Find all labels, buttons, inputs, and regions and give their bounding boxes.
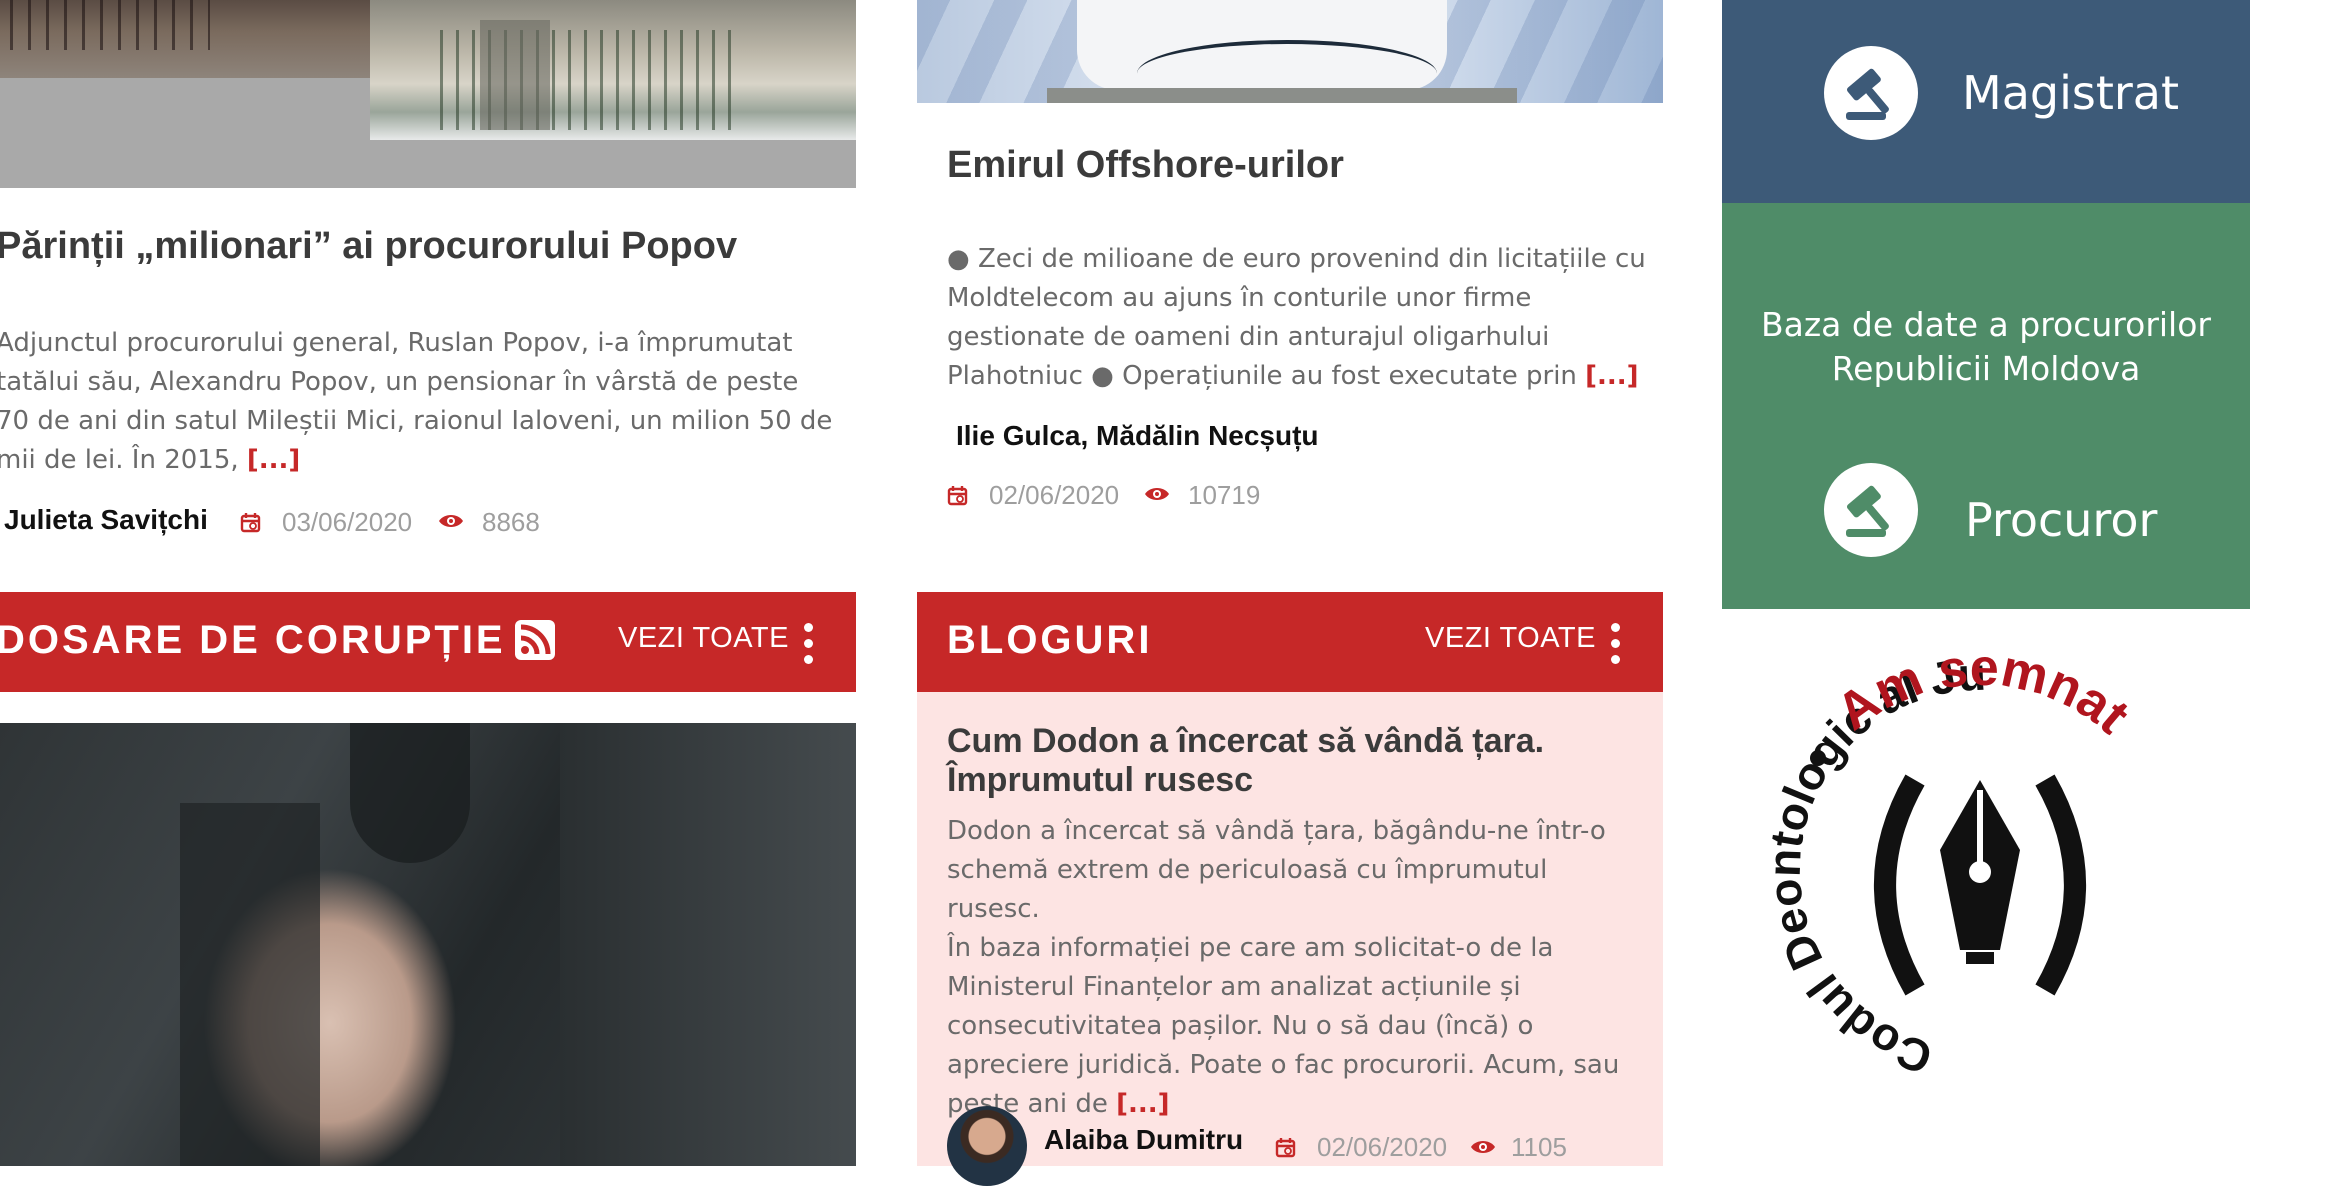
article-date: 03/06/2020 [282, 507, 413, 537]
title-line: Împrumutul rusesc [947, 761, 1254, 799]
article-excerpt-popov: Adjunctul procurorului general, Ruslan P… [0, 324, 836, 480]
excerpt-line: 70 de ani din satul Mileștii Mici, raion… [0, 406, 833, 436]
procuror-label: Procuror [1965, 493, 2158, 547]
article-views: 10719 [1188, 480, 1261, 510]
calendar-icon [1275, 1137, 1297, 1164]
excerpt-line: Ministerul Finanțelor am analizat acțiun… [947, 972, 1521, 1002]
magistrat-label: Magistrat [1962, 66, 2179, 120]
excerpt-line: gestionate de oameni din anturajul oliga… [947, 322, 1550, 352]
article-image-popov[interactable] [0, 0, 856, 188]
see-all-link[interactable]: VEZI TOATE [1425, 622, 1596, 655]
procurori-db-title: Baza de date a procurorilor Republicii M… [1722, 303, 2250, 391]
section-bar-blogs: BLOGURI VEZI TOATE [917, 592, 1663, 692]
article-meta-offshore: 02/06/2020 10719 [947, 480, 1287, 516]
excerpt-line: peste ani de [...] [947, 1085, 1647, 1124]
excerpt-line: schemă extrem de periculoasă cu împrumut… [947, 855, 1548, 924]
read-more-link[interactable]: [...] [1585, 361, 1638, 391]
title-line: Republicii Moldova [1831, 349, 2141, 388]
more-vertical-icon[interactable] [1611, 623, 1621, 671]
section-title[interactable]: DOSARE DE CORUPȚIE [0, 618, 506, 663]
section-bar-corruption: DOSARE DE CORUPȚIE VEZI TOATE [0, 592, 856, 692]
author-name[interactable]: Ilie Gulca, Mădălin Necșuțu [956, 420, 1319, 452]
more-vertical-icon[interactable] [804, 623, 814, 671]
see-all-link[interactable]: VEZI TOATE [618, 622, 789, 655]
article-excerpt-offshore: ● Zeci de milioane de euro provenind din… [947, 240, 1647, 396]
article-date: 02/06/2020 [1317, 1132, 1448, 1162]
journalist-code-badge[interactable]: Codul Deontologic al Jurnalistului Am se… [1716, 608, 2230, 1120]
excerpt-line: apreciere juridică. Poate o fac procuror… [947, 1050, 1620, 1080]
article-image-offshore[interactable] [917, 0, 1663, 103]
views-eye-icon [1144, 485, 1170, 508]
article-image-corruption[interactable] [0, 723, 856, 1166]
views-eye-icon [438, 512, 464, 535]
title-line: Baza de date a procurorilor [1761, 305, 2211, 344]
article-title-popov[interactable]: Părinții „milionari” ai procurorului Pop… [0, 225, 737, 268]
calendar-icon [947, 485, 969, 512]
excerpt-text: Plahotniuc ● Operațiunile au fost execut… [947, 361, 1577, 391]
excerpt-line: mii de lei. În 2015, [...] [0, 441, 836, 480]
avatar[interactable] [947, 1106, 1027, 1186]
calendar-icon [240, 512, 262, 539]
excerpt-line: Adjunctul procurorului general, Ruslan P… [0, 328, 793, 358]
title-line: Cum Dodon a încercat să vândă țara. [947, 722, 1545, 760]
blog-post-excerpt: Dodon a încercat să vândă țara, băgându-… [947, 812, 1647, 1124]
article-views: 8868 [482, 507, 540, 537]
blog-post-card: Cum Dodon a încercat să vândă țara. Împr… [917, 692, 1663, 1186]
excerpt-line: ● Zeci de milioane de euro provenind din… [947, 244, 1646, 274]
procuror-database-link[interactable]: Baza de date a procurorilor Republicii M… [1722, 203, 2250, 609]
excerpt-text: mii de lei. În 2015, [0, 445, 239, 475]
magistrat-database-link[interactable]: Magistrat [1722, 0, 2250, 203]
excerpt-line: tatălui său, Alexandru Popov, un pension… [0, 367, 799, 397]
excerpt-line: Plahotniuc ● Operațiunile au fost execut… [947, 357, 1647, 396]
excerpt-line: Dodon a încercat să vândă țara, băgându-… [947, 816, 1606, 846]
article-date: 02/06/2020 [989, 480, 1120, 510]
author-name[interactable]: Alaiba Dumitru [1044, 1124, 1243, 1156]
views-eye-icon [1470, 1138, 1496, 1161]
read-more-link[interactable]: [...] [1116, 1089, 1169, 1119]
author-name[interactable]: Julieta Savițchi [4, 504, 208, 536]
gavel-icon [1824, 46, 1918, 140]
excerpt-line: Moldtelecom au ajuns în conturile unor f… [947, 283, 1532, 313]
article-views: 1105 [1511, 1132, 1567, 1162]
read-more-link[interactable]: [...] [247, 445, 300, 475]
excerpt-line: În baza informației pe care am solicitat… [947, 933, 1554, 963]
section-title[interactable]: BLOGURI [947, 618, 1152, 663]
article-meta-popov: Julieta Savițchi 03/06/2020 8868 [4, 504, 564, 540]
gavel-icon [1824, 463, 1918, 557]
blog-post-title[interactable]: Cum Dodon a încercat să vândă țara. Împr… [947, 722, 1647, 800]
article-title-offshore[interactable]: Emirul Offshore-urilor [947, 144, 1344, 187]
rss-icon[interactable] [515, 620, 555, 665]
excerpt-line: consecutivitatea pașilor. Nu o să dau (î… [947, 1011, 1534, 1041]
